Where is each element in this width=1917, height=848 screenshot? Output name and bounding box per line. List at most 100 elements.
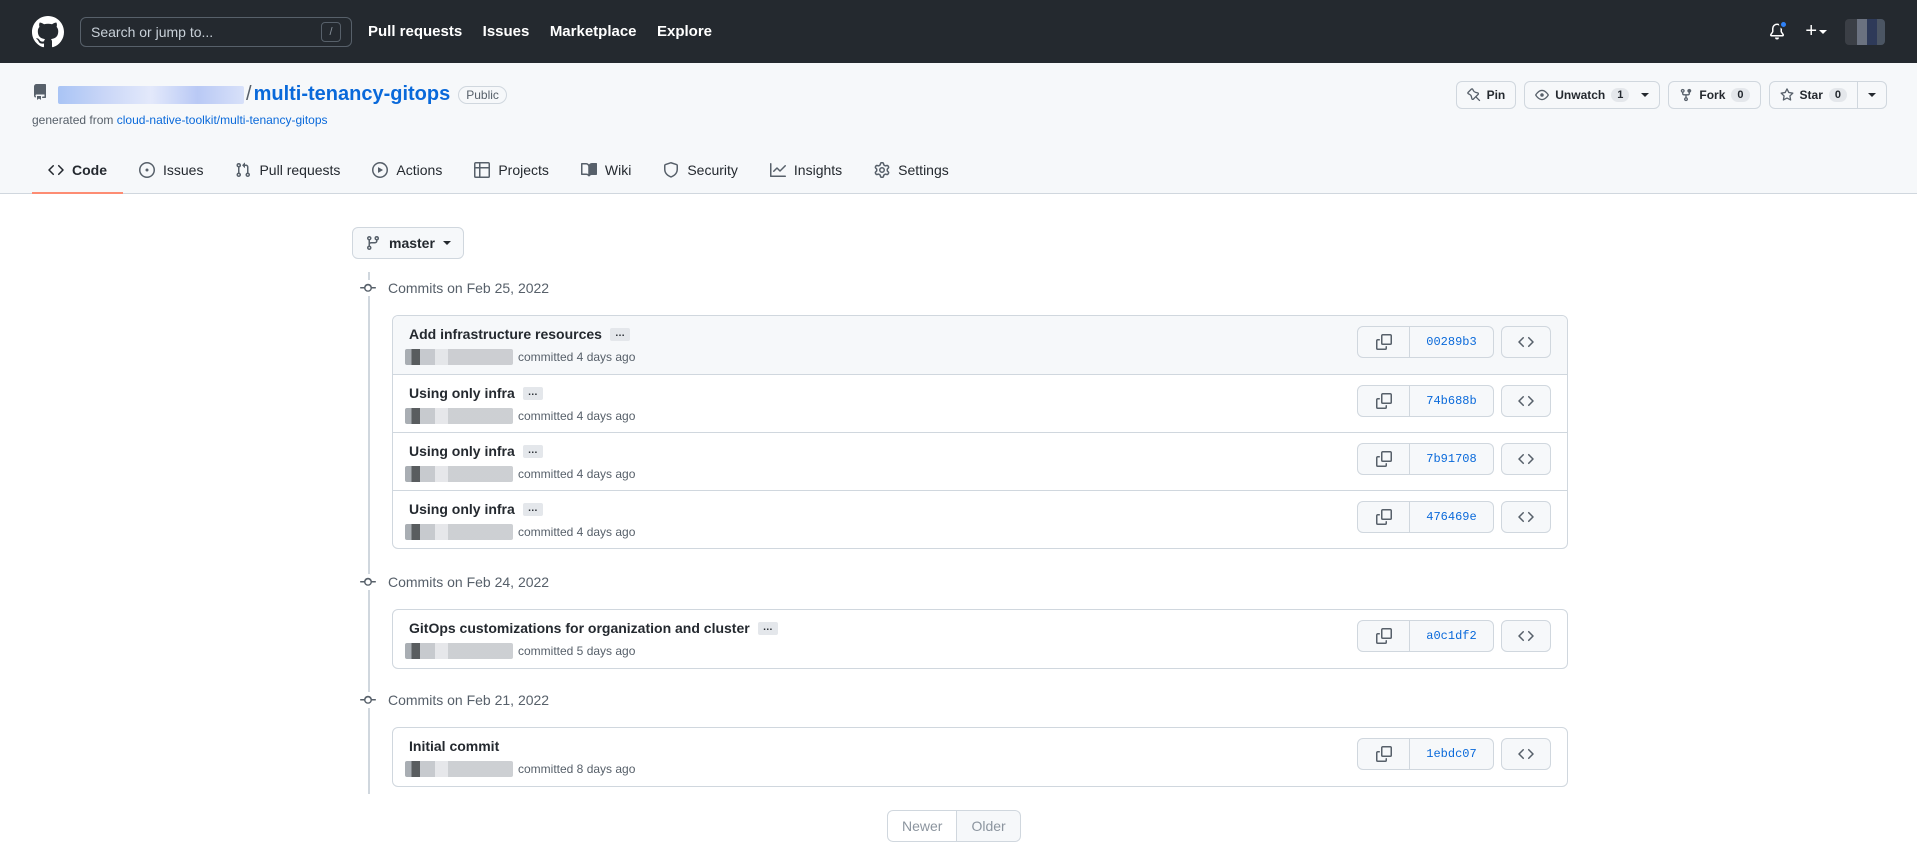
- pin-icon: [1466, 88, 1480, 102]
- commit-node-icon: [360, 574, 376, 590]
- issue-icon: [139, 162, 155, 178]
- commit-author[interactable]: [405, 643, 513, 659]
- tab-label: Security: [687, 162, 738, 178]
- commit-sha-link[interactable]: 476469e: [1410, 501, 1494, 533]
- commit-row: Using only infra … committed 4 days ago 7…: [393, 374, 1567, 432]
- expand-message-button[interactable]: …: [609, 327, 630, 341]
- tab-label: Issues: [163, 162, 204, 178]
- expand-message-button[interactable]: …: [522, 444, 543, 458]
- repo-header: / multi-tenancy-gitops Public generated …: [0, 63, 1917, 194]
- commit-author[interactable]: [405, 466, 513, 482]
- repo-icon: [32, 83, 48, 106]
- fork-label: Fork: [1699, 88, 1726, 102]
- commit-message-link[interactable]: Using only infra: [409, 501, 515, 517]
- commit-list: GitOps customizations for organization a…: [392, 609, 1568, 669]
- browse-files-button[interactable]: [1501, 326, 1551, 358]
- tab-insights[interactable]: Insights: [754, 148, 858, 194]
- commit-sha-link[interactable]: a0c1df2: [1410, 620, 1494, 652]
- commit-sha-link[interactable]: 74b688b: [1410, 385, 1494, 417]
- copy-sha-button[interactable]: [1357, 501, 1410, 533]
- pin-button[interactable]: Pin: [1455, 81, 1517, 109]
- tab-wiki[interactable]: Wiki: [565, 148, 647, 194]
- expand-message-button[interactable]: …: [757, 621, 778, 635]
- tab-pull-requests[interactable]: Pull requests: [219, 148, 356, 194]
- fork-icon: [1681, 88, 1692, 102]
- browse-files-button[interactable]: [1501, 385, 1551, 417]
- repo-name-link[interactable]: multi-tenancy-gitops: [254, 83, 451, 106]
- commit-group-date: Commits on Feb 24, 2022: [388, 574, 550, 590]
- commit-author[interactable]: [405, 761, 513, 777]
- search-box[interactable]: /: [80, 16, 352, 47]
- copy-sha-button[interactable]: [1357, 620, 1410, 652]
- github-logo-icon[interactable]: [32, 15, 64, 48]
- tab-label: Pull requests: [259, 162, 341, 178]
- search-input[interactable]: [91, 23, 311, 40]
- unwatch-button[interactable]: Unwatch 1: [1524, 81, 1661, 109]
- commit-sha-link[interactable]: 1ebdc07: [1410, 738, 1494, 770]
- commit-meta: committed 5 days ago: [518, 644, 636, 658]
- code-icon: [1518, 748, 1534, 760]
- play-icon: [372, 162, 389, 178]
- commit-group-heading: Commits on Feb 21, 2022: [360, 692, 549, 708]
- browse-files-button[interactable]: [1501, 738, 1551, 770]
- copy-sha-button[interactable]: [1357, 443, 1410, 475]
- commit-meta: committed 4 days ago: [518, 467, 636, 481]
- copy-sha-button[interactable]: [1357, 385, 1410, 417]
- commit-row: Using only infra … committed 4 days ago 4…: [393, 490, 1567, 548]
- star-button[interactable]: Star 0: [1768, 81, 1858, 109]
- global-header: / Pull requests Issues Marketplace Explo…: [0, 0, 1917, 63]
- tab-projects[interactable]: Projects: [458, 148, 565, 194]
- fork-count: 0: [1731, 88, 1750, 102]
- tab-actions[interactable]: Actions: [356, 148, 458, 194]
- commit-message-link[interactable]: GitOps customizations for organization a…: [409, 620, 750, 636]
- copy-icon: [1375, 628, 1392, 644]
- commit-meta: committed 4 days ago: [518, 525, 636, 539]
- commit-message-link[interactable]: Initial commit: [409, 738, 499, 754]
- commit-sha-link[interactable]: 7b91708: [1410, 443, 1494, 475]
- copy-sha-button[interactable]: [1357, 326, 1410, 358]
- tab-security[interactable]: Security: [647, 148, 754, 194]
- commit-group-heading: Commits on Feb 24, 2022: [360, 574, 549, 590]
- commit-message-link[interactable]: Using only infra: [409, 385, 515, 401]
- commit-message-link[interactable]: Add infrastructure resources: [409, 326, 602, 342]
- code-icon: [1518, 395, 1534, 407]
- branch-selector-button[interactable]: master: [352, 227, 464, 259]
- nav-marketplace[interactable]: Marketplace: [550, 23, 637, 40]
- commit-message-link[interactable]: Using only infra: [409, 443, 515, 459]
- commit-sha-link[interactable]: 00289b3: [1410, 326, 1494, 358]
- expand-message-button[interactable]: …: [522, 386, 543, 400]
- copy-icon: [1375, 451, 1392, 467]
- copy-sha-button[interactable]: [1357, 738, 1410, 770]
- watch-count: 1: [1611, 88, 1630, 102]
- code-icon: [48, 164, 64, 176]
- code-icon: [1518, 336, 1534, 348]
- newer-button[interactable]: Newer: [887, 810, 958, 842]
- tab-settings[interactable]: Settings: [858, 148, 965, 194]
- tab-issues[interactable]: Issues: [123, 148, 219, 194]
- fork-button[interactable]: Fork 0: [1668, 81, 1761, 109]
- template-repo-link[interactable]: cloud-native-toolkit/multi-tenancy-gitop…: [117, 113, 328, 127]
- avatar[interactable]: [1845, 18, 1885, 45]
- repo-owner-link[interactable]: [58, 85, 244, 104]
- tab-label: Actions: [396, 162, 443, 178]
- nav-issues[interactable]: Issues: [483, 23, 530, 40]
- create-new-menu[interactable]: +: [1805, 20, 1827, 43]
- tab-label: Insights: [793, 162, 843, 178]
- nav-explore[interactable]: Explore: [657, 23, 712, 40]
- tab-label: Wiki: [604, 162, 632, 178]
- tab-code[interactable]: Code: [32, 148, 123, 194]
- older-button[interactable]: Older: [957, 810, 1021, 842]
- notifications-bell-icon[interactable]: [1767, 19, 1789, 42]
- star-list-dropdown[interactable]: [1858, 81, 1887, 109]
- commit-author[interactable]: [405, 524, 513, 540]
- browse-files-button[interactable]: [1501, 620, 1551, 652]
- browse-files-button[interactable]: [1501, 501, 1551, 533]
- commit-author[interactable]: [405, 408, 513, 424]
- commit-list: Initial commit committed 8 days ago 1ebd…: [392, 727, 1568, 787]
- table-icon: [474, 162, 491, 178]
- browse-files-button[interactable]: [1501, 443, 1551, 475]
- commit-author[interactable]: [405, 349, 513, 365]
- nav-pull-requests[interactable]: Pull requests: [368, 23, 462, 40]
- expand-message-button[interactable]: …: [522, 502, 543, 516]
- commit-meta: committed 8 days ago: [518, 762, 636, 776]
